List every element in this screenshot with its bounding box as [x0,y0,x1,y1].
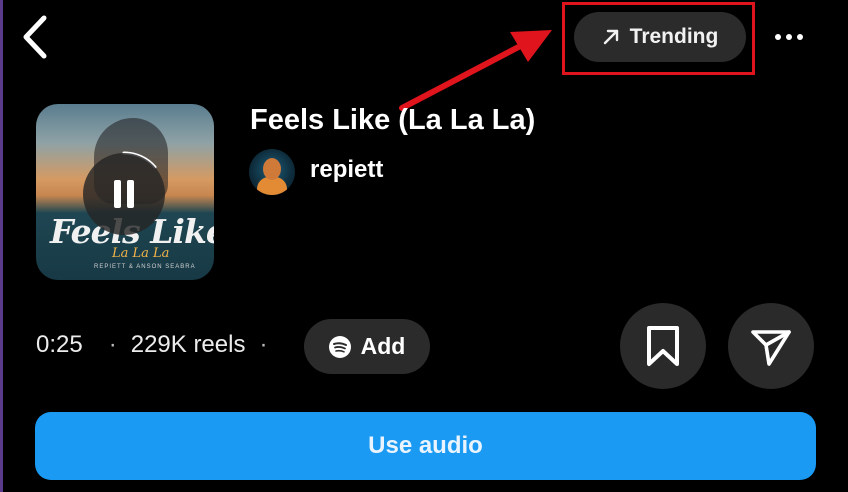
cover-credit: REPIETT & ANSON SEABRA [94,264,196,270]
more-options-button[interactable] [768,22,810,52]
pause-icon [114,180,121,208]
artist-name[interactable]: repiett [310,156,383,184]
send-icon [751,330,791,366]
share-audio-button[interactable] [728,303,814,389]
song-title: Feels Like (La La La) [250,104,536,136]
pause-icon [127,180,134,208]
add-label: Add [360,333,406,359]
artist-avatar[interactable] [249,149,295,195]
avatar-face [263,158,281,180]
more-dot [797,34,803,40]
use-audio-button[interactable]: Use audio [35,412,816,480]
pause-button[interactable] [83,153,165,235]
reels-count: 229K reels [130,331,246,358]
spotify-icon [328,335,351,358]
meta-separator: · [259,331,268,358]
add-to-spotify-button[interactable]: Add [304,319,430,374]
track-duration: 0:25 [36,331,83,358]
cover-subtitle: La La La [112,246,170,261]
track-meta: 0:25 · 229K reels · [36,331,267,359]
more-dot [775,34,781,40]
meta-separator: · [108,331,117,358]
more-dot [786,34,792,40]
save-audio-button[interactable] [620,303,706,389]
bookmark-icon [647,326,679,366]
annotation-arrow-icon [399,30,552,111]
